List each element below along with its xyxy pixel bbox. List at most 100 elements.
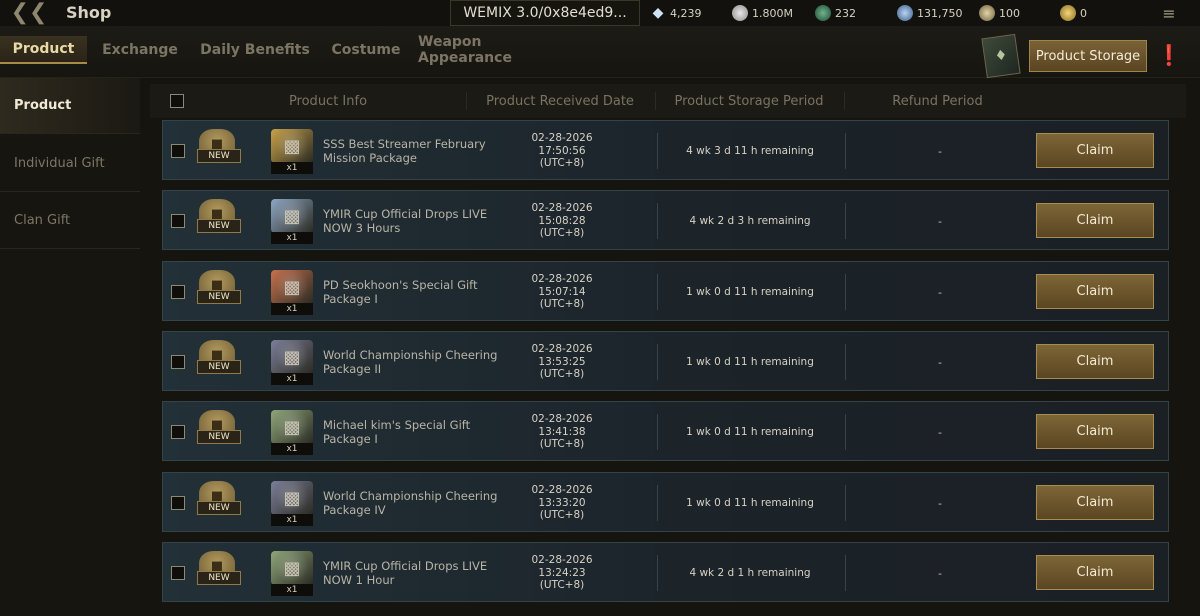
currency-blue-orb[interactable]: 131,750 bbox=[897, 4, 963, 22]
top-bar: ❮❮ Shop WEMIX 3.0/0x8e4ed9... ◆ 4,239 1.… bbox=[0, 0, 1200, 26]
received-date-day: 02-28-2026 bbox=[531, 554, 593, 566]
table-row[interactable]: ■ NEW ▩ x1 PD Seokhoon's Special Gift Pa… bbox=[162, 261, 1169, 321]
received-date: 02-28-2026 17:50:56 (UTC+8) bbox=[503, 132, 621, 170]
new-badge: ■ NEW bbox=[197, 410, 241, 444]
sidebar-item-product[interactable]: Product bbox=[0, 78, 140, 134]
row-checkbox[interactable] bbox=[171, 285, 185, 299]
tab-weapon-appearance[interactable]: Weapon Appearance bbox=[418, 34, 580, 66]
sidebar-item-individual-gift[interactable]: Individual Gift bbox=[0, 136, 140, 192]
currency-value: 1.800M bbox=[752, 6, 793, 20]
new-tag: NEW bbox=[197, 501, 241, 515]
currency-green-gem[interactable]: 232 bbox=[815, 4, 856, 22]
new-tag: NEW bbox=[197, 430, 241, 444]
product-name: YMIR Cup Official Drops LIVE NOW 3 Hours bbox=[323, 207, 488, 235]
claim-button[interactable]: Claim bbox=[1036, 133, 1154, 168]
received-date-time: 13:24:23 bbox=[538, 566, 586, 579]
product-list: Product Info Product Received Date Produ… bbox=[150, 78, 1200, 616]
storage-period: 1 wk 0 d 11 h remaining bbox=[686, 356, 814, 368]
column-product-info: Product Info bbox=[288, 93, 368, 109]
row-checkbox[interactable] bbox=[171, 566, 185, 580]
new-tag: NEW bbox=[197, 571, 241, 585]
received-date-timezone: (UTC+8) bbox=[539, 227, 585, 239]
received-date: 02-28-2026 13:41:38 (UTC+8) bbox=[503, 413, 621, 451]
row-checkbox[interactable] bbox=[171, 425, 185, 439]
received-date-time: 13:41:38 bbox=[538, 425, 586, 438]
claim-button[interactable]: Claim bbox=[1036, 344, 1154, 379]
claim-button[interactable]: Claim bbox=[1036, 274, 1154, 309]
item-quantity: x1 bbox=[271, 443, 313, 455]
storage-period: 1 wk 0 d 11 h remaining bbox=[686, 426, 814, 438]
new-badge: ■ NEW bbox=[197, 199, 241, 233]
item-quantity: x1 bbox=[271, 162, 313, 174]
new-badge: ■ NEW bbox=[197, 340, 241, 374]
warning-icon[interactable]: ❗ bbox=[1156, 42, 1182, 68]
gift-box-icon: ▩ bbox=[271, 270, 313, 304]
table-row[interactable]: ■ NEW ▩ x1 SSS Best Streamer February Mi… bbox=[162, 120, 1169, 180]
tab-bar: Product Exchange Daily Benefits Costume … bbox=[0, 26, 1200, 79]
select-all-checkbox[interactable] bbox=[170, 84, 184, 118]
refund-period: - bbox=[938, 425, 942, 439]
currency-bronze[interactable]: 100 bbox=[979, 4, 1020, 22]
tab-exchange[interactable]: Exchange bbox=[96, 36, 184, 64]
page-title: Shop bbox=[66, 3, 112, 22]
claim-button[interactable]: Claim bbox=[1036, 203, 1154, 238]
table-header: Product Info Product Received Date Produ… bbox=[150, 84, 1186, 118]
item-quantity: x1 bbox=[271, 584, 313, 596]
currency-value: 0 bbox=[1080, 6, 1087, 20]
currency-diamond[interactable]: ◆ 4,239 bbox=[650, 4, 702, 22]
gift-box-icon: ▩ bbox=[271, 410, 313, 444]
new-tag: NEW bbox=[197, 290, 241, 304]
item-quantity: x1 bbox=[271, 514, 313, 526]
received-date: 02-28-2026 13:33:20 (UTC+8) bbox=[503, 484, 621, 522]
claim-button[interactable]: Claim bbox=[1036, 555, 1154, 590]
tab-costume[interactable]: Costume bbox=[326, 36, 406, 64]
back-arrow-icon[interactable]: ❮❮ bbox=[11, 1, 48, 25]
received-date-time: 13:33:20 bbox=[538, 496, 586, 509]
currency-value: 131,750 bbox=[917, 6, 963, 20]
sidebar-item-clan-gift[interactable]: Clan Gift bbox=[0, 193, 140, 249]
row-checkbox[interactable] bbox=[171, 496, 185, 510]
received-date-time: 17:50:56 bbox=[538, 144, 586, 157]
claim-button[interactable]: Claim bbox=[1036, 414, 1154, 449]
product-name: World Championship Cheering Package II bbox=[323, 348, 498, 376]
table-row[interactable]: ■ NEW ▩ x1 YMIR Cup Official Drops LIVE … bbox=[162, 542, 1169, 602]
gift-box-icon: ▩ bbox=[271, 129, 313, 163]
exit-menu-icon[interactable]: ≡ bbox=[1158, 3, 1180, 23]
item-quantity: x1 bbox=[271, 373, 313, 385]
received-date-day: 02-28-2026 bbox=[531, 202, 593, 214]
refund-period: - bbox=[938, 566, 942, 580]
bronze-coin-icon bbox=[979, 5, 995, 21]
new-tag: NEW bbox=[197, 360, 241, 374]
tab-daily-benefits[interactable]: Daily Benefits bbox=[196, 36, 314, 64]
storage-period: 4 wk 3 d 11 h remaining bbox=[686, 145, 814, 157]
table-row[interactable]: ■ NEW ▩ x1 World Championship Cheering P… bbox=[162, 331, 1169, 391]
claim-button[interactable]: Claim bbox=[1036, 485, 1154, 520]
row-checkbox[interactable] bbox=[171, 144, 185, 158]
received-date: 02-28-2026 15:07:14 (UTC+8) bbox=[503, 273, 621, 311]
received-date: 02-28-2026 15:08:28 (UTC+8) bbox=[503, 202, 621, 240]
tab-product[interactable]: Product bbox=[0, 36, 87, 64]
storage-period: 4 wk 2 d 3 h remaining bbox=[689, 215, 811, 227]
gift-box-icon: ▩ bbox=[271, 199, 313, 233]
wallet-address-button[interactable]: WEMIX 3.0/0x8e4ed9... bbox=[450, 0, 640, 26]
currency-gold[interactable]: 0 bbox=[1060, 4, 1087, 22]
silver-coin-icon bbox=[732, 5, 748, 21]
received-date-time: 15:07:14 bbox=[538, 285, 586, 298]
received-date-day: 02-28-2026 bbox=[531, 343, 593, 355]
table-row[interactable]: ■ NEW ▩ x1 Michael kim's Special Gift Pa… bbox=[162, 401, 1169, 461]
sidebar: Product Individual Gift Clan Gift bbox=[0, 78, 140, 616]
row-checkbox[interactable] bbox=[171, 355, 185, 369]
received-date-day: 02-28-2026 bbox=[531, 273, 593, 285]
table-row[interactable]: ■ NEW ▩ x1 YMIR Cup Official Drops LIVE … bbox=[162, 190, 1169, 250]
item-quantity: x1 bbox=[271, 303, 313, 315]
table-row[interactable]: ■ NEW ▩ x1 World Championship Cheering P… bbox=[162, 472, 1169, 532]
received-date: 02-28-2026 13:24:23 (UTC+8) bbox=[503, 554, 621, 592]
refund-period: - bbox=[938, 214, 942, 228]
row-checkbox[interactable] bbox=[171, 214, 185, 228]
product-name: YMIR Cup Official Drops LIVE NOW 1 Hour bbox=[323, 559, 488, 587]
refund-period: - bbox=[938, 144, 942, 158]
refund-period: - bbox=[938, 496, 942, 510]
currency-silver[interactable]: 1.800M bbox=[732, 4, 793, 22]
product-storage-button[interactable]: Product Storage bbox=[1029, 40, 1147, 72]
currency-value: 4,239 bbox=[670, 6, 702, 20]
